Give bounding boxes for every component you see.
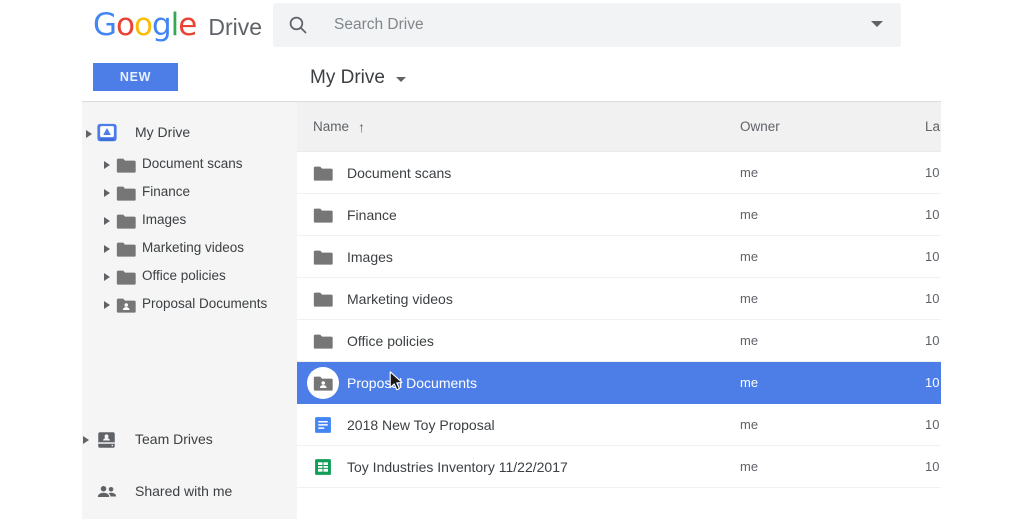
sidebar-item-label: Images <box>142 212 187 227</box>
chevron-down-icon[interactable] <box>395 77 406 82</box>
sidebar-item-label: Office policies <box>142 268 226 283</box>
file-name: 2018 New Toy Proposal <box>347 417 495 433</box>
people-icon <box>96 481 118 503</box>
file-last-modified: 10 <box>925 207 940 222</box>
file-last-modified: 10 <box>925 249 940 264</box>
table-row[interactable]: 2018 New Toy Proposal me 10 <box>297 404 941 446</box>
team-drives-icon <box>95 429 118 451</box>
sidebar-item-label: Document scans <box>142 156 243 171</box>
sidebar-item-marketing-videos[interactable]: Marketing videos <box>82 235 297 263</box>
column-header-owner[interactable]: Owner <box>740 102 780 152</box>
folder-icon <box>312 247 334 267</box>
google-drive-logo[interactable]: Google Drive <box>93 8 262 42</box>
column-header-name[interactable]: Name ↑ <box>313 102 365 152</box>
file-last-modified: 10 <box>925 417 940 432</box>
triangle-collapsed-icon[interactable] <box>104 189 110 197</box>
file-last-modified: 10 <box>925 333 940 348</box>
file-list-rows: Document scans me 10 Finance me 10 Images me 10 M… <box>297 152 941 488</box>
shared-folder-icon <box>116 297 136 313</box>
triangle-collapsed-icon[interactable] <box>86 130 92 138</box>
file-name: Marketing videos <box>347 291 453 307</box>
shared-folder-icon <box>307 367 339 399</box>
sort-ascending-icon[interactable]: ↑ <box>358 120 365 134</box>
file-name: Images <box>347 249 393 265</box>
file-owner: me <box>740 291 759 306</box>
file-name: Toy Industries Inventory 11/22/2017 <box>347 459 568 475</box>
file-owner: me <box>740 417 759 432</box>
file-owner: me <box>740 333 759 348</box>
sidebar-item-label: My Drive <box>135 124 191 140</box>
sidebar-item-shared-with-me[interactable]: Shared with me <box>82 477 297 507</box>
folder-icon <box>116 269 136 285</box>
table-row[interactable]: Proposal Documents me 10 <box>297 362 941 404</box>
google-docs-icon <box>312 415 334 435</box>
sidebar-item-my-drive[interactable]: My Drive <box>82 119 297 147</box>
google-wordmark: Google <box>93 7 197 43</box>
table-row[interactable]: Toy Industries Inventory 11/22/2017 me 10 <box>297 446 941 488</box>
sidebar-item-office-policies[interactable]: Office policies <box>82 263 297 291</box>
product-name-drive: Drive <box>208 14 263 40</box>
search-bar[interactable]: Search Drive <box>273 3 901 47</box>
sidebar-item-proposal-documents[interactable]: Proposal Documents <box>82 291 297 319</box>
new-button[interactable]: NEW <box>93 63 178 91</box>
triangle-collapsed-icon[interactable] <box>104 273 110 281</box>
triangle-collapsed-icon[interactable] <box>104 161 110 169</box>
sidebar-item-images[interactable]: Images <box>82 207 297 235</box>
folder-icon <box>312 331 334 351</box>
google-drive-window: Google Drive Search Drive NEW My Drive M… <box>0 0 1024 519</box>
column-header-last-modified[interactable]: La <box>925 102 940 152</box>
sidebar-item-document-scans[interactable]: Document scans <box>82 151 297 179</box>
sidebar-item-label: Shared with me <box>135 483 233 499</box>
triangle-collapsed-icon[interactable] <box>104 217 110 225</box>
file-name: Office policies <box>347 333 434 349</box>
top-bar: Google Drive Search Drive <box>0 0 1024 50</box>
folder-icon <box>312 163 334 183</box>
drive-logo-icon <box>96 122 118 144</box>
file-name: Document scans <box>347 165 452 181</box>
folder-icon <box>312 289 334 309</box>
folder-icon <box>116 185 136 201</box>
sidebar-item-label: Marketing videos <box>142 240 245 255</box>
folder-icon <box>116 157 136 173</box>
sidebar-item-label: Team Drives <box>135 431 213 447</box>
file-last-modified: 10 <box>925 165 940 180</box>
folder-icon <box>116 213 136 229</box>
triangle-collapsed-icon[interactable] <box>104 301 110 309</box>
file-last-modified: 10 <box>925 291 940 306</box>
column-header-name-label: Name <box>313 119 350 134</box>
page-title: My Drive <box>310 67 385 88</box>
table-row[interactable]: Finance me 10 <box>297 194 941 236</box>
folder-icon <box>116 241 136 257</box>
file-name: Finance <box>347 207 397 223</box>
file-last-modified: 10 <box>925 459 940 474</box>
google-sheets-icon <box>312 457 334 477</box>
sidebar-item-label: Finance <box>142 184 191 199</box>
sidebar-item-team-drives[interactable]: Team Drives <box>82 426 297 454</box>
breadcrumb[interactable]: My Drive <box>310 63 406 93</box>
file-list-panel: Name ↑ Owner La Document scans me 10 Financ… <box>297 101 941 519</box>
triangle-collapsed-icon[interactable] <box>104 245 110 253</box>
search-icon <box>289 16 307 34</box>
table-row[interactable]: Document scans me 10 <box>297 152 941 194</box>
file-owner: me <box>740 249 759 264</box>
file-list-header: Name ↑ Owner La <box>297 102 941 152</box>
search-input-placeholder[interactable]: Search Drive <box>334 3 424 47</box>
sidebar: My Drive Document scans Finance Images Mark… <box>82 101 297 519</box>
file-last-modified: 10 <box>925 375 940 390</box>
table-row[interactable]: Images me 10 <box>297 236 941 278</box>
chevron-down-icon[interactable] <box>871 21 883 27</box>
triangle-collapsed-icon[interactable] <box>83 436 89 444</box>
table-row[interactable]: Office policies me 10 <box>297 320 941 362</box>
folder-icon <box>312 205 334 225</box>
file-owner: me <box>740 165 759 180</box>
table-row[interactable]: Marketing videos me 10 <box>297 278 941 320</box>
file-name: Proposal Documents <box>347 375 477 391</box>
file-owner: me <box>740 207 759 222</box>
file-owner: me <box>740 375 759 390</box>
sidebar-item-finance[interactable]: Finance <box>82 179 297 207</box>
file-owner: me <box>740 459 759 474</box>
sidebar-item-label: Proposal Documents <box>142 296 268 311</box>
